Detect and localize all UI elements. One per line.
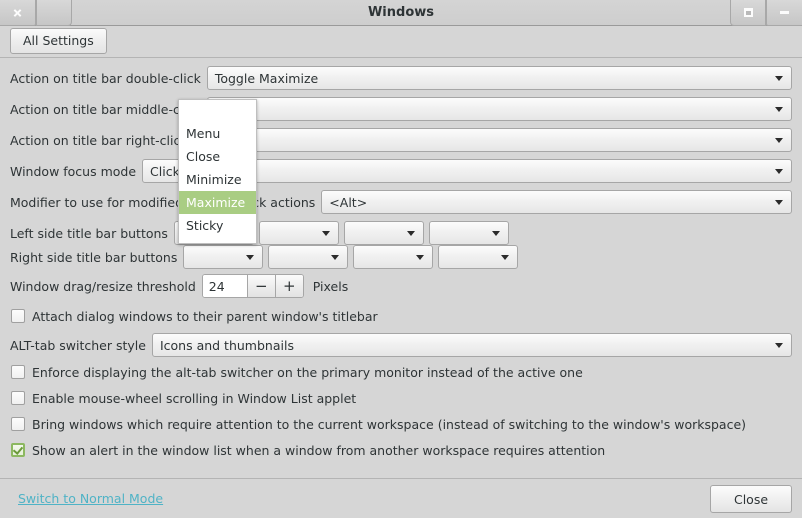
checkbox-attach-dialogs[interactable] (11, 309, 25, 323)
close-icon (13, 8, 22, 17)
checkbox-enforce-primary-monitor-label: Enforce displaying the alt-tab switcher … (32, 364, 583, 380)
close-dialog-button[interactable]: Close (710, 485, 792, 513)
combo-double-click-value: Toggle Maximize (214, 70, 319, 86)
chevron-down-icon (775, 169, 783, 174)
checkbox-enforce-primary-monitor[interactable] (11, 365, 25, 379)
chevron-down-icon (416, 255, 425, 260)
threshold-unit-label: Pixels (312, 278, 349, 294)
chevron-down-icon (331, 255, 340, 260)
setting-row-focus-mode: Window focus mode Click (0, 159, 802, 183)
combo-left-slot-2[interactable] (258, 221, 339, 245)
chevron-down-icon (406, 231, 415, 236)
titlebar-action-popup-menu[interactable]: Menu Close Minimize Maximize Sticky (178, 99, 257, 244)
settings-content: Action on title bar double-click Toggle … (0, 59, 802, 478)
combo-right-slot-4[interactable] (438, 245, 519, 269)
combo-left-slot-4[interactable] (428, 221, 509, 245)
label-modifier: Modifier to use for modified window clic… (10, 194, 316, 210)
threshold-decrement-button[interactable]: − (246, 275, 275, 297)
chevron-down-icon (321, 231, 330, 236)
chevron-down-icon (246, 255, 255, 260)
window-title: Windows (367, 5, 435, 20)
combo-focus-mode-value: Click (150, 163, 180, 179)
threshold-input[interactable]: 24 (202, 275, 247, 297)
label-middle-click: Action on title bar middle-click (10, 101, 201, 117)
label-alt-tab-style: ALT-tab switcher style (10, 337, 146, 353)
combo-modifier[interactable]: <Alt> (321, 190, 792, 214)
threshold-stepper[interactable]: 24 − + (201, 274, 304, 298)
setting-row-threshold: Window drag/resize threshold 24 − + Pixe… (0, 274, 802, 298)
right-side-slot-group (183, 245, 523, 269)
toolbar: All Settings (0, 26, 802, 58)
label-threshold: Window drag/resize threshold (10, 278, 196, 294)
combo-left-slot-3[interactable] (343, 221, 424, 245)
chevron-down-icon (775, 200, 783, 205)
checkbox-attach-dialogs-label: Attach dialog windows to their parent wi… (32, 308, 378, 324)
setting-row-double-click: Action on title bar double-click Toggle … (0, 66, 802, 90)
label-right-click: Action on title bar right-click (10, 132, 188, 148)
maximize-icon (743, 8, 753, 17)
checkbox-row-show-alert[interactable]: Show an alert in the window list when a … (0, 439, 802, 461)
chevron-down-icon (501, 255, 510, 260)
window-menu-button[interactable] (36, 0, 72, 26)
label-double-click: Action on title bar double-click (10, 70, 201, 86)
combo-alt-tab-style-value: Icons and thumbnails (159, 337, 294, 353)
checkbox-row-attach-dialogs[interactable]: Attach dialog windows to their parent wi… (0, 305, 802, 327)
checkbox-row-enforce-primary-monitor[interactable]: Enforce displaying the alt-tab switcher … (0, 361, 802, 383)
switch-mode-link[interactable]: Switch to Normal Mode (18, 491, 163, 506)
minimize-button[interactable] (766, 0, 802, 26)
chevron-down-icon (775, 76, 783, 81)
checkbox-row-mouse-wheel-scrolling[interactable]: Enable mouse-wheel scrolling in Window L… (0, 387, 802, 409)
chevron-down-icon (775, 343, 783, 348)
combo-right-slot-2[interactable] (268, 245, 349, 269)
label-focus-mode: Window focus mode (10, 163, 137, 179)
minimize-icon (780, 11, 789, 14)
window-titlebar: Windows (0, 0, 802, 26)
popup-menu-item-sticky[interactable]: Sticky (179, 214, 256, 237)
chevron-down-icon (491, 231, 500, 236)
combo-alt-tab-style[interactable]: Icons and thumbnails (151, 333, 792, 357)
setting-row-left-side-buttons: Left side title bar buttons (0, 221, 802, 245)
popup-menu-item-menu[interactable]: Menu (179, 122, 256, 145)
combo-right-slot-3[interactable] (353, 245, 434, 269)
threshold-increment-button[interactable]: + (274, 275, 303, 297)
combo-modifier-value: <Alt> (329, 194, 368, 210)
setting-row-alt-tab-style: ALT-tab switcher style Icons and thumbna… (0, 333, 802, 357)
combo-right-slot-1[interactable] (183, 245, 264, 269)
all-settings-button[interactable]: All Settings (10, 28, 107, 54)
checkbox-show-alert[interactable] (11, 443, 25, 457)
setting-row-middle-click: Action on title bar middle-click (0, 97, 802, 121)
checkbox-bring-windows-attention[interactable] (11, 417, 25, 431)
combo-middle-click[interactable] (206, 97, 792, 121)
checkbox-mouse-wheel-scrolling-label: Enable mouse-wheel scrolling in Window L… (32, 390, 357, 406)
checkbox-mouse-wheel-scrolling[interactable] (11, 391, 25, 405)
checkbox-show-alert-label: Show an alert in the window list when a … (32, 442, 606, 458)
setting-row-modifier: Modifier to use for modified window clic… (0, 190, 802, 214)
setting-row-right-side-buttons: Right side title bar buttons (0, 245, 802, 269)
combo-right-click[interactable] (193, 128, 792, 152)
popup-menu-item-minimize[interactable]: Minimize (179, 168, 256, 191)
checkbox-row-bring-windows-attention[interactable]: Bring windows which require attention to… (0, 413, 802, 435)
setting-row-right-click: Action on title bar right-click (0, 128, 802, 152)
combo-double-click[interactable]: Toggle Maximize (206, 66, 792, 90)
footer-bar: Switch to Normal Mode Close (0, 478, 802, 518)
popup-menu-item-maximize[interactable]: Maximize (179, 191, 256, 214)
maximize-button[interactable] (730, 0, 766, 26)
label-right-side-buttons: Right side title bar buttons (10, 249, 178, 265)
label-left-side-buttons: Left side title bar buttons (10, 225, 168, 241)
close-button[interactable] (0, 0, 36, 26)
chevron-down-icon (775, 138, 783, 143)
chevron-down-icon (775, 107, 783, 112)
checkbox-bring-windows-attention-label: Bring windows which require attention to… (32, 416, 747, 432)
popup-menu-item-close[interactable]: Close (179, 145, 256, 168)
